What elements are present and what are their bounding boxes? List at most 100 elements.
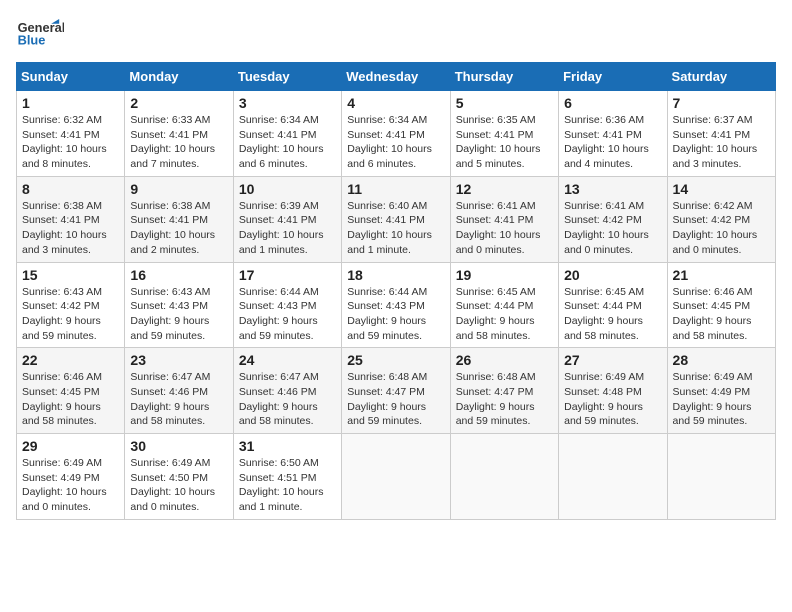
- daylight-label: Daylight: 10 hours and 7 minutes.: [130, 143, 215, 170]
- day-info: Sunrise: 6:47 AM Sunset: 4:46 PM Dayligh…: [239, 370, 336, 429]
- sunset-label: Sunset:: [22, 386, 61, 398]
- sunrise-value: 6:45 AM: [497, 286, 536, 298]
- sunrise-label: Sunrise:: [347, 114, 388, 126]
- day-number: 20: [564, 267, 661, 283]
- sunrise-label: Sunrise:: [564, 371, 605, 383]
- sunrise-label: Sunrise:: [239, 286, 280, 298]
- day-number: 23: [130, 352, 227, 368]
- sunset-label: Sunset:: [564, 300, 603, 312]
- day-number: 4: [347, 95, 444, 111]
- weekday-header: Sunday: [17, 63, 125, 91]
- sunset-label: Sunset:: [22, 300, 61, 312]
- sunset-label: Sunset:: [347, 300, 386, 312]
- sunrise-value: 6:49 AM: [714, 371, 753, 383]
- daylight-label: Daylight: 9 hours and 59 minutes.: [456, 401, 535, 428]
- day-number: 31: [239, 438, 336, 454]
- sunrise-value: 6:46 AM: [714, 286, 753, 298]
- calendar-cell: [450, 434, 558, 520]
- sunrise-label: Sunrise:: [130, 286, 171, 298]
- daylight-label: Daylight: 9 hours and 58 minutes.: [456, 315, 535, 342]
- calendar-cell: 10 Sunrise: 6:39 AM Sunset: 4:41 PM Dayl…: [233, 176, 341, 262]
- daylight-label: Daylight: 9 hours and 59 minutes.: [130, 315, 209, 342]
- calendar-cell: 30 Sunrise: 6:49 AM Sunset: 4:50 PM Dayl…: [125, 434, 233, 520]
- daylight-label: Daylight: 9 hours and 58 minutes.: [22, 401, 101, 428]
- sunset-value: 4:41 PM: [603, 129, 642, 141]
- sunset-value: 4:45 PM: [711, 300, 750, 312]
- calendar-cell: 27 Sunrise: 6:49 AM Sunset: 4:48 PM Dayl…: [559, 348, 667, 434]
- day-info: Sunrise: 6:37 AM Sunset: 4:41 PM Dayligh…: [673, 113, 770, 172]
- sunset-value: 4:41 PM: [386, 214, 425, 226]
- calendar-cell: 16 Sunrise: 6:43 AM Sunset: 4:43 PM Dayl…: [125, 262, 233, 348]
- sunrise-label: Sunrise:: [239, 114, 280, 126]
- sunrise-label: Sunrise:: [130, 371, 171, 383]
- day-info: Sunrise: 6:48 AM Sunset: 4:47 PM Dayligh…: [347, 370, 444, 429]
- day-info: Sunrise: 6:43 AM Sunset: 4:43 PM Dayligh…: [130, 285, 227, 344]
- day-info: Sunrise: 6:50 AM Sunset: 4:51 PM Dayligh…: [239, 456, 336, 515]
- daylight-label: Daylight: 10 hours and 0 minutes.: [673, 229, 758, 256]
- day-info: Sunrise: 6:35 AM Sunset: 4:41 PM Dayligh…: [456, 113, 553, 172]
- day-number: 26: [456, 352, 553, 368]
- day-number: 18: [347, 267, 444, 283]
- daylight-label: Daylight: 9 hours and 58 minutes.: [130, 401, 209, 428]
- calendar-cell: 21 Sunrise: 6:46 AM Sunset: 4:45 PM Dayl…: [667, 262, 775, 348]
- sunset-value: 4:48 PM: [603, 386, 642, 398]
- daylight-label: Daylight: 9 hours and 58 minutes.: [673, 315, 752, 342]
- calendar-cell: 20 Sunrise: 6:45 AM Sunset: 4:44 PM Dayl…: [559, 262, 667, 348]
- day-info: Sunrise: 6:48 AM Sunset: 4:47 PM Dayligh…: [456, 370, 553, 429]
- day-number: 24: [239, 352, 336, 368]
- weekday-header: Thursday: [450, 63, 558, 91]
- daylight-label: Daylight: 9 hours and 59 minutes.: [564, 401, 643, 428]
- sunrise-label: Sunrise:: [673, 371, 714, 383]
- sunrise-label: Sunrise:: [673, 286, 714, 298]
- sunrise-value: 6:41 AM: [497, 200, 536, 212]
- sunrise-label: Sunrise:: [347, 200, 388, 212]
- sunset-label: Sunset:: [130, 386, 169, 398]
- sunrise-value: 6:34 AM: [280, 114, 319, 126]
- sunset-value: 4:49 PM: [61, 472, 100, 484]
- day-info: Sunrise: 6:42 AM Sunset: 4:42 PM Dayligh…: [673, 199, 770, 258]
- day-info: Sunrise: 6:32 AM Sunset: 4:41 PM Dayligh…: [22, 113, 119, 172]
- day-info: Sunrise: 6:34 AM Sunset: 4:41 PM Dayligh…: [239, 113, 336, 172]
- calendar-cell: 11 Sunrise: 6:40 AM Sunset: 4:41 PM Dayl…: [342, 176, 450, 262]
- sunset-value: 4:47 PM: [386, 386, 425, 398]
- daylight-label: Daylight: 9 hours and 59 minutes.: [673, 401, 752, 428]
- calendar-cell: 9 Sunrise: 6:38 AM Sunset: 4:41 PM Dayli…: [125, 176, 233, 262]
- sunrise-label: Sunrise:: [239, 200, 280, 212]
- daylight-label: Daylight: 10 hours and 6 minutes.: [347, 143, 432, 170]
- weekday-header: Friday: [559, 63, 667, 91]
- calendar-row: 15 Sunrise: 6:43 AM Sunset: 4:42 PM Dayl…: [17, 262, 776, 348]
- logo-svg: General Blue: [16, 16, 64, 54]
- day-number: 11: [347, 181, 444, 197]
- calendar-cell: 23 Sunrise: 6:47 AM Sunset: 4:46 PM Dayl…: [125, 348, 233, 434]
- sunset-value: 4:42 PM: [603, 214, 642, 226]
- sunset-label: Sunset:: [673, 129, 712, 141]
- sunrise-value: 6:44 AM: [389, 286, 428, 298]
- day-number: 7: [673, 95, 770, 111]
- day-info: Sunrise: 6:49 AM Sunset: 4:48 PM Dayligh…: [564, 370, 661, 429]
- sunrise-value: 6:47 AM: [280, 371, 319, 383]
- day-number: 16: [130, 267, 227, 283]
- sunrise-label: Sunrise:: [456, 200, 497, 212]
- sunset-value: 4:41 PM: [494, 214, 533, 226]
- sunrise-label: Sunrise:: [239, 371, 280, 383]
- day-info: Sunrise: 6:40 AM Sunset: 4:41 PM Dayligh…: [347, 199, 444, 258]
- sunrise-value: 6:42 AM: [714, 200, 753, 212]
- sunrise-value: 6:39 AM: [280, 200, 319, 212]
- sunset-value: 4:43 PM: [386, 300, 425, 312]
- day-info: Sunrise: 6:36 AM Sunset: 4:41 PM Dayligh…: [564, 113, 661, 172]
- weekday-header: Tuesday: [233, 63, 341, 91]
- sunrise-label: Sunrise:: [22, 200, 63, 212]
- calendar-cell: 5 Sunrise: 6:35 AM Sunset: 4:41 PM Dayli…: [450, 91, 558, 177]
- day-info: Sunrise: 6:44 AM Sunset: 4:43 PM Dayligh…: [239, 285, 336, 344]
- sunrise-label: Sunrise:: [456, 286, 497, 298]
- sunrise-value: 6:47 AM: [172, 371, 211, 383]
- sunrise-value: 6:35 AM: [497, 114, 536, 126]
- calendar-row: 29 Sunrise: 6:49 AM Sunset: 4:49 PM Dayl…: [17, 434, 776, 520]
- calendar-cell: 18 Sunrise: 6:44 AM Sunset: 4:43 PM Dayl…: [342, 262, 450, 348]
- sunset-value: 4:50 PM: [169, 472, 208, 484]
- sunset-value: 4:41 PM: [61, 129, 100, 141]
- sunrise-value: 6:38 AM: [172, 200, 211, 212]
- day-number: 8: [22, 181, 119, 197]
- sunrise-label: Sunrise:: [564, 286, 605, 298]
- sunset-value: 4:41 PM: [169, 129, 208, 141]
